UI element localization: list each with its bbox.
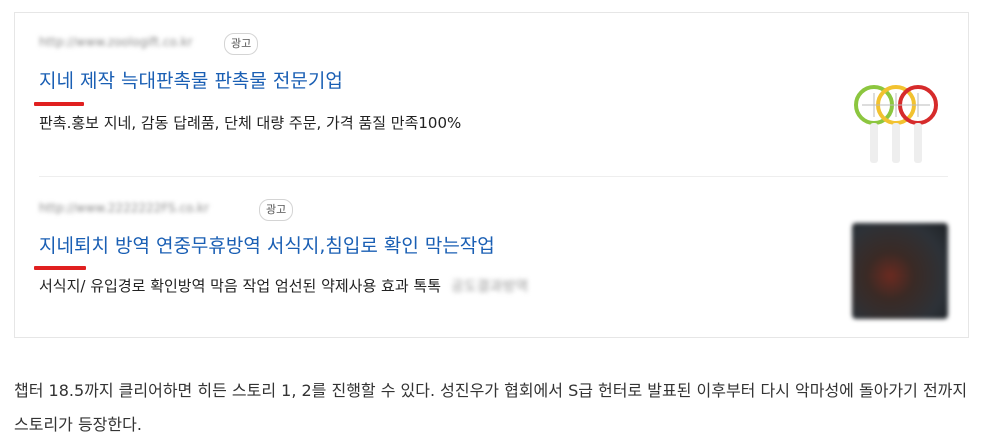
ad-item[interactable]: http://www.2222222FS.co.kr 광고 지네퇴치 방역 연중… <box>34 195 948 335</box>
ad-description: 서식지/ 유입경로 확인방역 막음 작업 엄선된 약제사용 효과 톡톡 공도결과방… <box>39 275 528 296</box>
divider <box>39 176 948 177</box>
pest-photo-image[interactable] <box>852 223 948 319</box>
ad-container: http://www.zoologift.co.kr 광고 지네 제작 늑대판촉… <box>14 12 969 338</box>
ad-description: 판촉.홍보 지네, 감동 답례품, 단체 대량 주문, 가격 품질 만족100% <box>39 114 462 132</box>
article-paragraph: 챕터 18.5까지 클리어하면 히든 스토리 1, 2를 진행할 수 있다. 성… <box>14 381 968 434</box>
highlight-underline <box>34 102 84 106</box>
ad-url[interactable]: http://www.zoologift.co.kr <box>39 35 193 49</box>
ad-url[interactable]: http://www.2222222FS.co.kr <box>39 201 209 215</box>
ad-description-text: 서식지/ 유입경로 확인방역 막음 작업 엄선된 약제사용 효과 톡톡 <box>39 277 442 295</box>
ad-title-link[interactable]: 지네 제작 늑대판촉물 판촉물 전문기업 <box>39 66 343 93</box>
ad-item[interactable]: http://www.zoologift.co.kr 광고 지네 제작 늑대판촉… <box>34 29 948 169</box>
electric-swatter-image[interactable] <box>848 77 944 173</box>
ad-blurred-text: 공도결과방역 <box>451 279 529 295</box>
highlight-underline <box>34 266 86 270</box>
ad-badge: 광고 <box>224 33 259 55</box>
ad-badge: 광고 <box>259 199 294 221</box>
ad-title-link[interactable]: 지네퇴치 방역 연중무휴방역 서식지,침입로 확인 막는작업 <box>39 231 495 258</box>
